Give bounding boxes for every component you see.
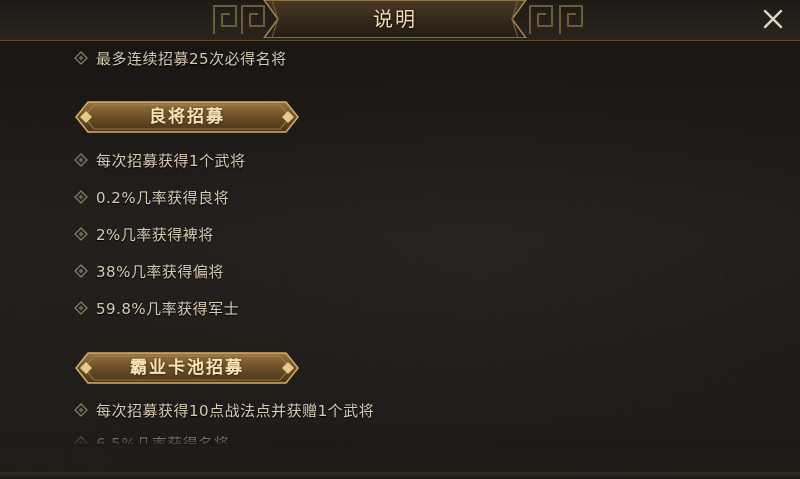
fret-ornament-left-icon: [213, 5, 265, 34]
dialog-header: 说明: [0, 0, 800, 41]
list-item-text: 0.2%几率获得良将: [96, 188, 230, 207]
list-item-text: 38%几率获得偏将: [96, 262, 224, 281]
list-item: 最多连续招募25次必得名将: [74, 46, 287, 70]
info-dialog: 说明 最多连续招募25次必得名将 良将招募 每次招募获得1个武将 0.2%几率获…: [0, 0, 800, 474]
list-item: 6.5%几率获得名将: [74, 431, 229, 444]
dialog-content: 最多连续招募25次必得名将 良将招募 每次招募获得1个武将 0.2%几率获得良将…: [0, 40, 800, 444]
close-button[interactable]: [758, 4, 788, 34]
diamond-bullet-icon: [74, 436, 88, 444]
list-item: 2%几率获得裨将: [74, 222, 214, 246]
section-header-baye: 霸业卡池招募: [74, 351, 300, 385]
section-header-liangjiang: 良将招募: [74, 100, 300, 134]
section-title: 霸业卡池招募: [130, 358, 244, 378]
list-item: 38%几率获得偏将: [74, 259, 224, 283]
diamond-bullet-icon: [74, 153, 88, 167]
list-item: 每次招募获得1个武将: [74, 148, 246, 172]
diamond-bullet-icon: [74, 227, 88, 241]
diamond-bullet-icon: [74, 51, 88, 65]
section-title: 良将招募: [149, 107, 225, 127]
list-item: 59.8%几率获得军士: [74, 296, 239, 320]
close-icon: [763, 9, 783, 29]
list-item-text: 2%几率获得裨将: [96, 225, 214, 244]
diamond-bullet-icon: [74, 264, 88, 278]
list-item-text: 6.5%几率获得名将: [96, 434, 230, 445]
diamond-bullet-icon: [74, 190, 88, 204]
fret-ornament-right-icon: [529, 5, 583, 34]
list-item: 0.2%几率获得良将: [74, 185, 229, 209]
list-item-text: 最多连续招募25次必得名将: [96, 49, 287, 68]
diamond-bullet-icon: [74, 301, 88, 315]
list-item: 每次招募获得10点战法点并获赠1个武将: [74, 398, 374, 422]
diamond-bullet-icon: [74, 403, 88, 417]
list-item-text: 每次招募获得10点战法点并获赠1个武将: [96, 401, 375, 420]
list-item-text: 每次招募获得1个武将: [96, 151, 246, 170]
panel-bottom-edge: [0, 472, 800, 479]
dialog-title: 说明: [373, 7, 417, 31]
list-item-text: 59.8%几率获得军士: [96, 299, 240, 318]
